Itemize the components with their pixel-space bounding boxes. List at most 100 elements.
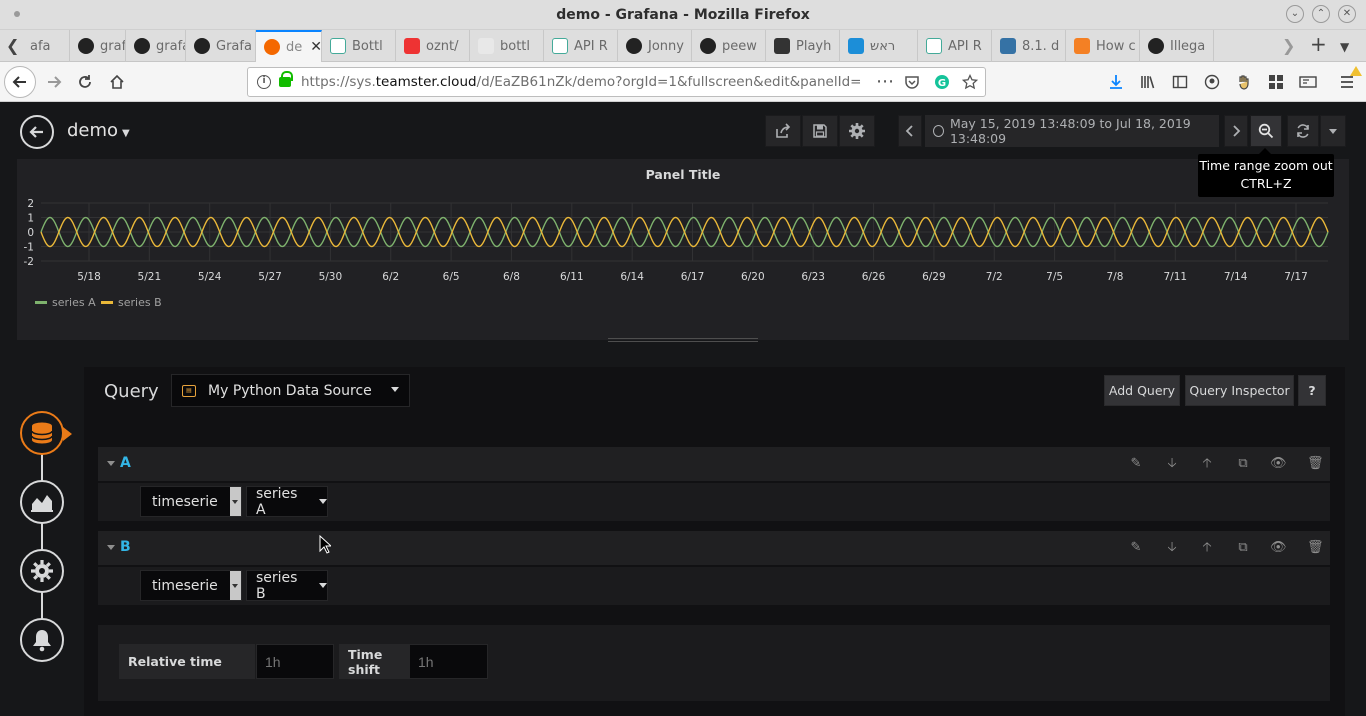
tab-11[interactable]: Playh xyxy=(766,30,840,62)
time-range-picker[interactable]: May 15, 2019 13:48:09 to Jul 18, 2019 13… xyxy=(925,115,1219,147)
extension-card-icon[interactable] xyxy=(1294,68,1322,96)
zoom-out-button[interactable] xyxy=(1250,115,1282,147)
edit-pencil-icon[interactable]: ✎ xyxy=(1128,540,1144,556)
delete-trash-icon[interactable]: 🗑 xyxy=(1307,540,1324,556)
time-shift-input[interactable] xyxy=(409,644,488,679)
edit-pencil-icon[interactable]: ✎ xyxy=(1128,456,1144,472)
extension-hand-icon[interactable] xyxy=(1230,68,1258,96)
url-bar[interactable]: i https://sys.teamster.cloud/d/EaZB61nZk… xyxy=(247,67,986,97)
tab-4[interactable]: de ✕ xyxy=(256,30,322,62)
tab-15[interactable]: How c xyxy=(1066,30,1140,62)
tab-2[interactable]: grafa xyxy=(126,30,186,62)
tab-16[interactable]: Illega xyxy=(1140,30,1214,62)
url-text[interactable]: https://sys.teamster.cloud/d/EaZB61nZk/d… xyxy=(301,74,861,90)
duplicate-icon[interactable]: ⧉ xyxy=(1235,456,1251,472)
tab-12[interactable]: ראש xyxy=(840,30,918,62)
query-row-a-header[interactable]: A ✎ 🡣 🡡 ⧉ 👁 🗑 xyxy=(98,447,1330,481)
account-icon[interactable] xyxy=(1198,68,1226,96)
reload-button[interactable] xyxy=(71,68,99,96)
toggle-visibility-eye-icon[interactable]: 👁 xyxy=(1270,540,1287,556)
general-tab[interactable] xyxy=(20,549,64,593)
queries-tab[interactable] xyxy=(20,411,64,455)
tab-0[interactable]: afa xyxy=(22,30,70,62)
query-ref-a[interactable]: A xyxy=(120,455,131,471)
add-query-button[interactable]: Add Query xyxy=(1104,375,1180,406)
collapse-icon[interactable] xyxy=(107,545,115,550)
scroll-tabs-left-icon[interactable]: ❮ xyxy=(6,36,19,55)
refresh-interval-dropdown[interactable] xyxy=(1320,115,1346,147)
legend-series-b[interactable]: series B xyxy=(101,296,162,309)
alert-tab[interactable] xyxy=(20,618,64,662)
series-select-a[interactable]: series A xyxy=(246,486,328,518)
page-actions-icon[interactable]: ⋯ xyxy=(876,71,894,92)
tab-9[interactable]: Jonny xyxy=(618,30,692,62)
dashboard-settings-button[interactable] xyxy=(839,115,875,147)
dashboard-navbar: demo ▼ May 15, 2019 13:48:09 to Jul 18, 2… xyxy=(0,103,1366,159)
tab-13[interactable]: API R xyxy=(918,30,992,62)
legend-series-a[interactable]: series A xyxy=(35,296,96,309)
toggle-visibility-eye-icon[interactable]: 👁 xyxy=(1270,456,1287,472)
dashboard-title[interactable]: demo ▼ xyxy=(67,120,130,141)
tab-7[interactable]: bottl xyxy=(470,30,544,62)
maximize-icon[interactable]: ⌃ xyxy=(1312,5,1330,23)
delete-trash-icon[interactable]: 🗑 xyxy=(1307,456,1324,472)
relative-time-input[interactable] xyxy=(256,644,334,679)
duplicate-icon[interactable]: ⧉ xyxy=(1235,540,1251,556)
save-dashboard-button[interactable] xyxy=(802,115,838,147)
tab-10[interactable]: peew xyxy=(692,30,766,62)
tab-1[interactable]: grafa xyxy=(70,30,126,62)
query-type-select-b[interactable]: timeserie xyxy=(140,570,242,601)
move-up-icon[interactable]: 🡡 xyxy=(1199,540,1215,556)
select-arrow-icon[interactable] xyxy=(230,487,241,516)
graph-chart[interactable]: 2 1 0 -1 -2 5/18 5/21 5/24 5/27 5/30 6/2 6/5 6/8 6/11… xyxy=(17,159,1349,340)
scroll-tabs-right-icon[interactable]: ❯ xyxy=(1282,36,1295,55)
y-tick-label: -2 xyxy=(24,256,34,268)
graph-panel[interactable]: Panel Title 2 1 0 -1 -2 5/18 5/21 5/24 5/27 5/30 6… xyxy=(17,159,1349,340)
select-arrow-icon[interactable] xyxy=(230,571,241,600)
query-inspector-button[interactable]: Query Inspector xyxy=(1185,375,1294,406)
lock-icon[interactable] xyxy=(279,71,293,87)
time-shift-forward-button[interactable] xyxy=(1224,115,1248,147)
sidebar-toggle-icon[interactable] xyxy=(1166,68,1194,96)
refresh-button[interactable] xyxy=(1287,115,1319,147)
close-tab-icon[interactable]: ✕ xyxy=(310,39,321,55)
query-row-b-header[interactable]: B ✎ 🡣 🡡 ⧉ 👁 🗑 xyxy=(98,531,1330,565)
library-icon[interactable] xyxy=(1134,68,1162,96)
share-dashboard-button[interactable] xyxy=(765,115,801,147)
tab-5[interactable]: Bottl xyxy=(322,30,396,62)
extension-grid-icon[interactable] xyxy=(1262,68,1290,96)
tab-6[interactable]: oznt/ xyxy=(396,30,470,62)
datasource-picker[interactable]: ▤ My Python Data Source xyxy=(171,374,410,407)
grammarly-icon[interactable]: G xyxy=(934,74,950,94)
move-up-icon[interactable]: 🡡 xyxy=(1199,456,1215,472)
series-select-b[interactable]: series B xyxy=(246,570,328,602)
back-to-dashboard-button[interactable] xyxy=(20,115,54,149)
query-type-select-a[interactable]: timeserie xyxy=(140,486,242,517)
forward-button[interactable] xyxy=(40,68,68,96)
back-button[interactable] xyxy=(4,66,36,98)
tab-3[interactable]: Grafa xyxy=(186,30,256,62)
panel-resize-handle[interactable] xyxy=(608,338,758,342)
downloads-icon[interactable] xyxy=(1102,68,1130,96)
site-info-icon[interactable]: i xyxy=(257,75,271,89)
tab-8[interactable]: API R xyxy=(544,30,618,62)
collapse-icon[interactable] xyxy=(107,461,115,466)
bookmark-star-icon[interactable] xyxy=(961,73,979,94)
tab-14[interactable]: 8.1. d xyxy=(992,30,1066,62)
x-tick-label: 6/5 xyxy=(443,271,460,283)
query-ref-b[interactable]: B xyxy=(120,539,131,555)
time-shift-back-button[interactable] xyxy=(898,115,922,147)
tab-list-icon[interactable]: ▼ xyxy=(1340,40,1349,54)
close-window-icon[interactable]: ✕ xyxy=(1338,5,1356,23)
new-tab-icon[interactable]: + xyxy=(1310,32,1327,56)
help-button[interactable]: ? xyxy=(1298,375,1326,406)
x-tick-label: 6/29 xyxy=(922,271,946,283)
minimize-icon[interactable]: ⌄ xyxy=(1286,5,1304,23)
pocket-icon[interactable] xyxy=(904,74,920,94)
home-button[interactable] xyxy=(103,68,131,96)
visualization-tab[interactable] xyxy=(20,480,64,524)
tab-label: API R xyxy=(948,38,982,54)
warning-icon[interactable] xyxy=(1350,66,1362,76)
move-down-icon[interactable]: 🡣 xyxy=(1164,540,1180,556)
move-down-icon[interactable]: 🡣 xyxy=(1164,456,1180,472)
